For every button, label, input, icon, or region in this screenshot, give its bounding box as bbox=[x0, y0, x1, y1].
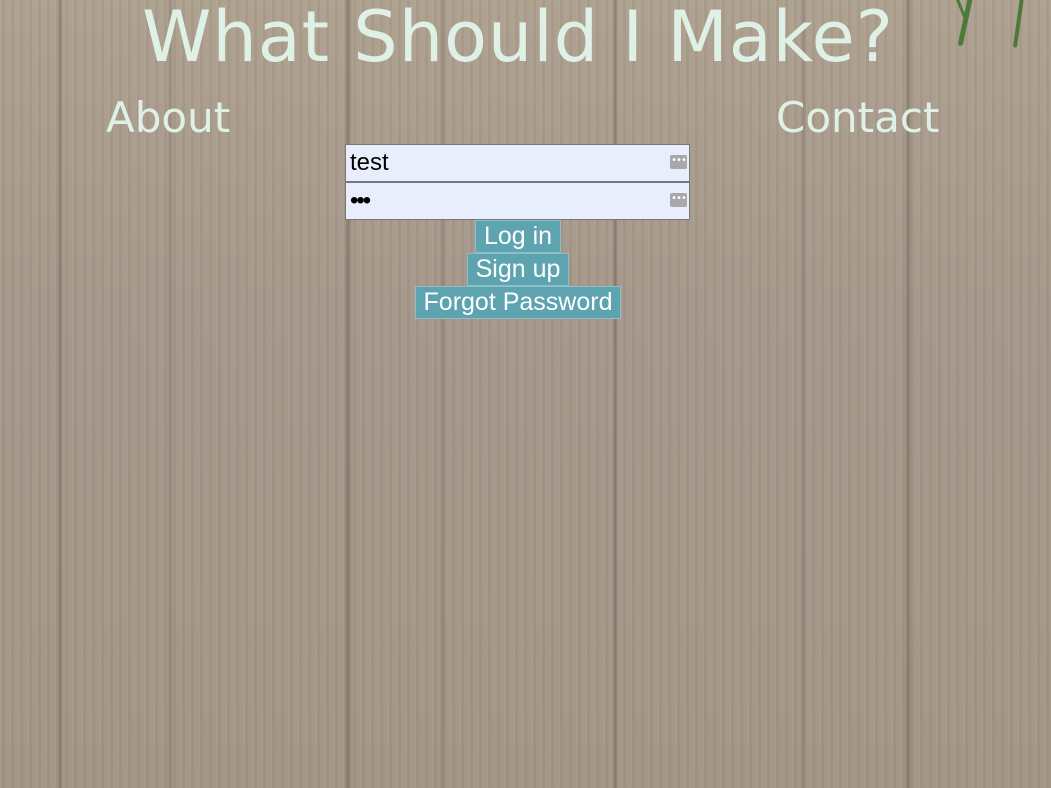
signup-button-row: Sign up bbox=[0, 253, 1036, 286]
autofill-key-icon[interactable]: ••• bbox=[670, 155, 687, 169]
signup-button[interactable]: Sign up bbox=[466, 253, 570, 286]
password-field[interactable]: ••• ••• bbox=[345, 182, 690, 220]
about-link[interactable]: About bbox=[106, 92, 230, 144]
login-button-row: Log in bbox=[0, 220, 1036, 253]
forgot-password-button[interactable]: Forgot Password bbox=[414, 286, 622, 319]
username-field[interactable]: ••• bbox=[345, 144, 690, 182]
login-form: ••• ••• ••• bbox=[345, 144, 690, 220]
forgot-password-button-row: Forgot Password bbox=[0, 286, 1036, 319]
contact-link[interactable]: Contact bbox=[776, 92, 939, 144]
username-input[interactable] bbox=[346, 145, 654, 181]
page-title: What Should I Make? bbox=[142, 0, 894, 78]
password-input[interactable]: ••• bbox=[350, 183, 371, 219]
login-button[interactable]: Log in bbox=[474, 220, 562, 253]
autofill-key-icon[interactable]: ••• bbox=[670, 193, 687, 207]
